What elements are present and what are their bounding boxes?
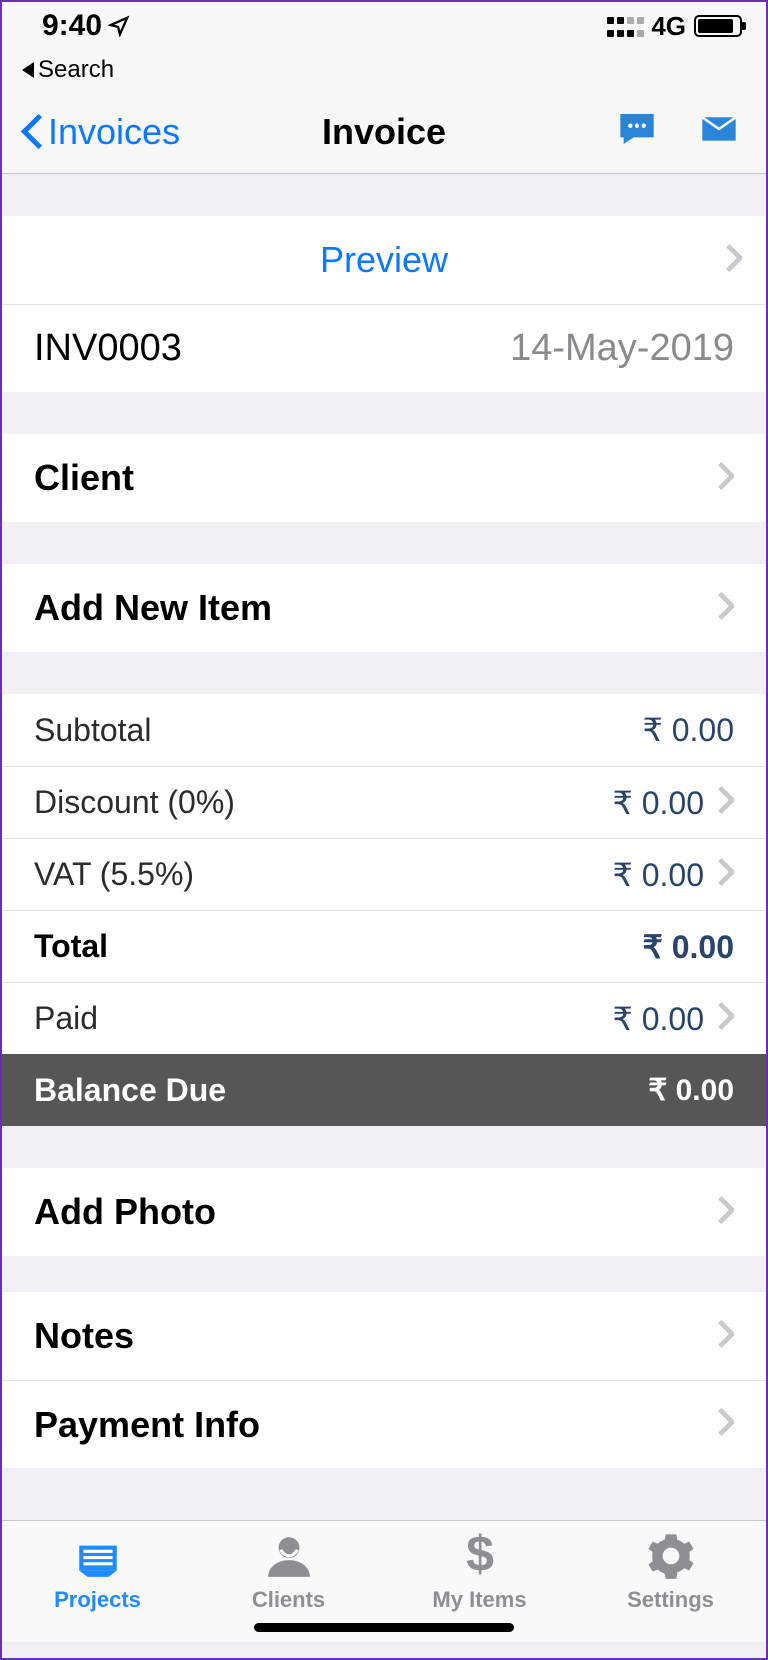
back-to-search[interactable]: Search	[2, 50, 766, 90]
network-label: 4G	[651, 11, 686, 42]
tab-my-items[interactable]: $ My Items	[384, 1531, 575, 1613]
signal-icon	[607, 15, 643, 37]
discount-row[interactable]: Discount (0%) ₹ 0.00	[2, 766, 766, 838]
vat-value: ₹ 0.00	[612, 856, 704, 894]
chevron-right-icon	[718, 1408, 734, 1441]
tab-projects[interactable]: Projects	[2, 1531, 193, 1613]
tab-bar: Projects Clients $ My Items Settings	[2, 1520, 766, 1642]
nav-back-button[interactable]: Invoices	[26, 111, 180, 153]
preview-row[interactable]: Preview	[2, 216, 766, 304]
subtotal-label: Subtotal	[34, 712, 151, 749]
chat-button[interactable]	[614, 109, 660, 154]
add-item-label: Add New Item	[34, 587, 272, 629]
total-label: Total	[34, 928, 108, 965]
invoice-header-section: Preview INV0003 14-May-2019	[2, 216, 766, 392]
page-title: Invoice	[322, 111, 446, 153]
settings-icon	[644, 1531, 698, 1581]
tab-clients[interactable]: Clients	[193, 1531, 384, 1613]
invoice-meta-row[interactable]: INV0003 14-May-2019	[2, 304, 766, 392]
invoice-date: 14-May-2019	[510, 327, 734, 370]
client-section: Client	[2, 434, 766, 522]
svg-text:$: $	[466, 1530, 494, 1582]
status-right: 4G	[607, 11, 742, 42]
total-row: Total ₹ 0.00	[2, 910, 766, 982]
chat-icon	[614, 109, 660, 149]
discount-value: ₹ 0.00	[612, 784, 704, 822]
chevron-right-icon	[718, 1196, 734, 1229]
payment-info-label: Payment Info	[34, 1404, 260, 1446]
client-label: Client	[34, 457, 134, 499]
add-photo-label: Add Photo	[34, 1191, 216, 1233]
vat-row[interactable]: VAT (5.5%) ₹ 0.00	[2, 838, 766, 910]
back-search-label: Search	[38, 56, 114, 84]
tab-label: Clients	[252, 1587, 325, 1613]
home-indicator[interactable]	[254, 1623, 514, 1632]
status-bar: 9:40 4G	[2, 2, 766, 50]
notes-label: Notes	[34, 1315, 134, 1357]
tab-label: Settings	[627, 1587, 714, 1613]
vat-label: VAT (5.5%)	[34, 856, 194, 893]
chevron-right-icon	[718, 1002, 734, 1035]
chevron-left-icon	[26, 115, 46, 149]
chevron-right-icon	[726, 244, 742, 277]
payment-info-row[interactable]: Payment Info	[2, 1380, 766, 1468]
client-row[interactable]: Client	[2, 434, 766, 522]
time-label: 9:40	[42, 9, 102, 43]
back-triangle-icon	[22, 62, 34, 78]
nav-back-label: Invoices	[48, 111, 180, 153]
mail-icon	[696, 109, 742, 149]
chevron-right-icon	[718, 462, 734, 495]
status-time: 9:40	[42, 9, 130, 43]
balance-label: Balance Due	[34, 1072, 226, 1109]
chevron-right-icon	[718, 786, 734, 819]
tab-label: Projects	[54, 1587, 141, 1613]
balance-value: ₹ 0.00	[648, 1073, 734, 1108]
paid-value: ₹ 0.00	[612, 1000, 704, 1038]
discount-label: Discount (0%)	[34, 784, 235, 821]
projects-icon	[71, 1531, 125, 1581]
mail-button[interactable]	[696, 109, 742, 154]
add-item-row[interactable]: Add New Item	[2, 564, 766, 652]
invoice-number: INV0003	[34, 327, 182, 370]
balance-due-row: Balance Due ₹ 0.00	[2, 1054, 766, 1126]
chevron-right-icon	[718, 858, 734, 891]
total-value: ₹ 0.00	[642, 928, 734, 966]
tab-settings[interactable]: Settings	[575, 1531, 766, 1613]
preview-label: Preview	[320, 239, 448, 281]
chevron-right-icon	[718, 592, 734, 625]
nav-bar: Invoices Invoice	[2, 90, 766, 174]
subtotal-row: Subtotal ₹ 0.00	[2, 694, 766, 766]
notes-section: Notes Payment Info	[2, 1292, 766, 1468]
add-photo-row[interactable]: Add Photo	[2, 1168, 766, 1256]
paid-label: Paid	[34, 1000, 98, 1037]
tab-label: My Items	[432, 1587, 526, 1613]
chevron-right-icon	[718, 1320, 734, 1353]
items-section: Add New Item	[2, 564, 766, 652]
clients-icon	[262, 1531, 316, 1581]
paid-row[interactable]: Paid ₹ 0.00	[2, 982, 766, 1054]
notes-row[interactable]: Notes	[2, 1292, 766, 1380]
photo-section: Add Photo	[2, 1168, 766, 1256]
subtotal-value: ₹ 0.00	[642, 711, 734, 749]
location-icon	[108, 15, 130, 37]
amounts-section: Subtotal ₹ 0.00 Discount (0%) ₹ 0.00 VAT…	[2, 694, 766, 1054]
battery-icon	[694, 15, 742, 37]
my-items-icon: $	[453, 1531, 507, 1581]
